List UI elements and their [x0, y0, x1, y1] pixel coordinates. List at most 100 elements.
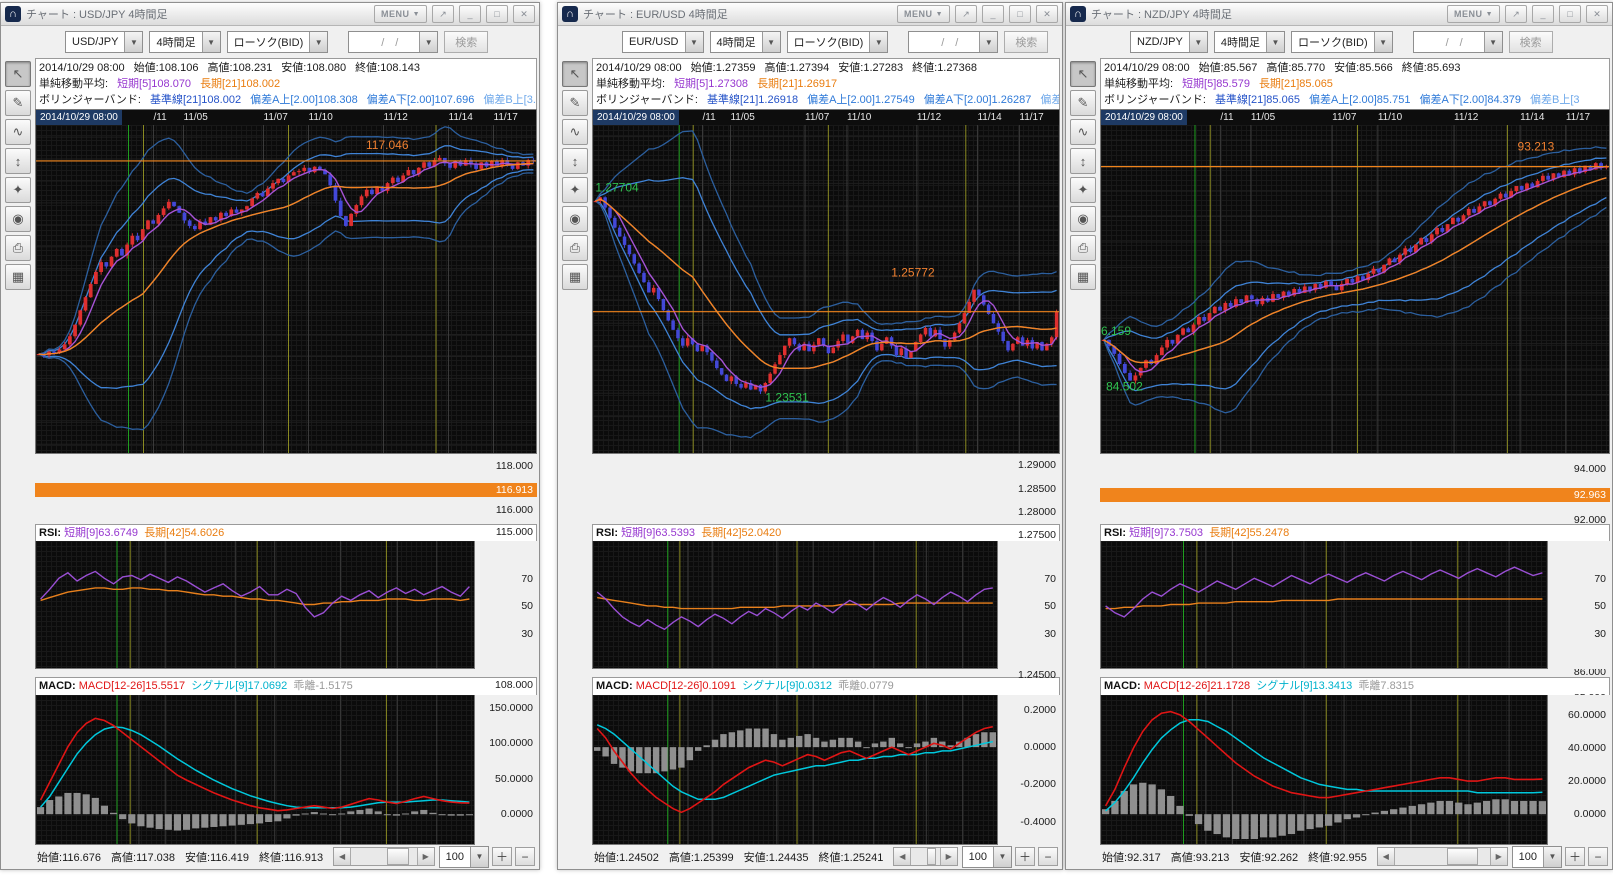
chart-window: ∩ チャート : EUR/USD 4時間足 MENU ▼ ↗ _ □ ✕ EUR… — [557, 2, 1063, 870]
zoom-in-button[interactable]: ＋ — [1015, 847, 1035, 866]
indicator-tool[interactable]: ∿ — [1070, 119, 1096, 145]
scroll-right-button[interactable]: ▶ — [417, 848, 434, 865]
cursor-tool[interactable]: ↖ — [562, 61, 588, 87]
date-input[interactable]: / / ▼ — [908, 31, 998, 53]
scrollbar-track[interactable] — [911, 848, 939, 865]
grid-save-tool[interactable]: ▦ — [1070, 264, 1096, 290]
chart-scrollbar[interactable]: ◀ ▶ — [1377, 847, 1508, 866]
scale-tool[interactable]: ↕ — [562, 148, 588, 174]
main-price-chart[interactable]: 117.046 — [35, 125, 537, 454]
zoom-in-button[interactable]: ＋ — [492, 847, 512, 866]
minimize-button[interactable]: _ — [1532, 5, 1554, 23]
timeframe-select[interactable]: 4時間足 ▼ — [1214, 31, 1285, 53]
macd-chart[interactable] — [35, 695, 475, 845]
visibility-tool[interactable]: ◉ — [1070, 206, 1096, 232]
scroll-right-button[interactable]: ▶ — [1490, 848, 1507, 865]
scale-tool[interactable]: ↕ — [1070, 148, 1096, 174]
print-tool[interactable]: ⎙ — [1070, 235, 1096, 261]
scroll-left-button[interactable]: ◀ — [334, 848, 351, 865]
chart-scrollbar[interactable]: ◀ ▶ — [893, 847, 957, 866]
zoom-out-button[interactable]: − — [1588, 847, 1608, 866]
scroll-right-button[interactable]: ▶ — [940, 848, 957, 865]
svg-text:1.25772: 1.25772 — [891, 265, 935, 279]
rsi-chart[interactable] — [35, 541, 475, 669]
zoom-out-button[interactable]: − — [1038, 847, 1058, 866]
date-input[interactable]: / / ▼ — [1413, 31, 1503, 53]
menu-button[interactable]: MENU ▼ — [374, 5, 427, 23]
scroll-left-button[interactable]: ◀ — [894, 848, 911, 865]
title-bar[interactable]: ∩ チャート : NZD/JPY 4時間足 MENU ▼ ↗ _ □ ✕ — [1066, 3, 1612, 26]
bar-count-select[interactable]: 100 ▼ — [1512, 846, 1562, 868]
scrollbar-thumb[interactable] — [1447, 848, 1478, 865]
draw-tool[interactable]: ✎ — [562, 90, 588, 116]
pair-select[interactable]: NZD/JPY ▼ — [1130, 31, 1208, 53]
bb-basis-value: 基準線[21]1.26918 — [707, 94, 798, 106]
visible-open: 116.676 — [62, 852, 101, 864]
rsi-chart[interactable] — [1100, 541, 1548, 669]
main-price-chart[interactable]: 93.2136.15984.502 — [1100, 125, 1610, 454]
maximize-button[interactable]: □ — [1559, 5, 1581, 23]
bar-count-select[interactable]: 100 ▼ — [439, 846, 489, 868]
close-button[interactable]: ✕ — [1586, 5, 1608, 23]
maximize-button[interactable]: □ — [1009, 5, 1031, 23]
bar-count-select[interactable]: 100 ▼ — [962, 846, 1012, 868]
macd-axis: 60.000040.000020.00000.0000 — [1548, 695, 1610, 845]
print-tool[interactable]: ⎙ — [562, 235, 588, 261]
grid-save-tool[interactable]: ▦ — [562, 264, 588, 290]
chart-type-select[interactable]: ローソク(BID) ▼ — [1291, 31, 1393, 53]
scale-tool[interactable]: ↕ — [5, 148, 31, 174]
macd-chart[interactable] — [592, 695, 998, 845]
scrollbar-thumb[interactable] — [927, 848, 936, 865]
scrollbar-track[interactable] — [351, 848, 417, 865]
marks-tool[interactable]: ✦ — [5, 177, 31, 203]
title-bar[interactable]: ∩ チャート : EUR/USD 4時間足 MENU ▼ ↗ _ □ ✕ — [558, 3, 1062, 26]
timeframe-select[interactable]: 4時間足 ▼ — [149, 31, 220, 53]
timeframe-select[interactable]: 4時間足 ▼ — [710, 31, 781, 53]
menu-button[interactable]: MENU ▼ — [897, 5, 950, 23]
chevron-down-icon: ▼ — [1266, 32, 1284, 52]
minimize-button[interactable]: _ — [459, 5, 481, 23]
chart-type-select[interactable]: ローソク(BID) ▼ — [227, 31, 329, 53]
close-button[interactable]: ✕ — [513, 5, 535, 23]
chart-type-select[interactable]: ローソク(BID) ▼ — [787, 31, 889, 53]
minimize-button[interactable]: _ — [982, 5, 1004, 23]
indicator-tool[interactable]: ∿ — [5, 119, 31, 145]
popout-button[interactable]: ↗ — [432, 5, 454, 23]
date-input[interactable]: / / ▼ — [348, 31, 438, 53]
x-axis-date-row: 2014/10/29 08:00 /1111/0511/0711/1011/12… — [1100, 109, 1610, 125]
pair-select[interactable]: EUR/USD ▼ — [622, 31, 704, 53]
indicator-tool[interactable]: ∿ — [562, 119, 588, 145]
close-icon: ✕ — [1043, 9, 1051, 20]
zoom-in-button[interactable]: ＋ — [1565, 847, 1585, 866]
macd-chart[interactable] — [1100, 695, 1548, 845]
print-tool[interactable]: ⎙ — [5, 235, 31, 261]
search-button[interactable]: 検索 — [1509, 31, 1553, 53]
title-bar[interactable]: ∩ チャート : USD/JPY 4時間足 MENU ▼ ↗ _ □ ✕ — [1, 3, 539, 26]
scrollbar-track[interactable] — [1395, 848, 1490, 865]
menu-button[interactable]: MENU ▼ — [1447, 5, 1500, 23]
macd-axis-label: 0.2000 — [1024, 704, 1056, 716]
visibility-tool[interactable]: ◉ — [5, 206, 31, 232]
popout-button[interactable]: ↗ — [955, 5, 977, 23]
grid-save-tool[interactable]: ▦ — [5, 264, 31, 290]
rsi-chart[interactable] — [592, 541, 998, 669]
scrollbar-thumb[interactable] — [387, 848, 409, 865]
zoom-out-button[interactable]: − — [515, 847, 535, 866]
draw-tool[interactable]: ✎ — [5, 90, 31, 116]
marks-tool[interactable]: ✦ — [562, 177, 588, 203]
cursor-tool[interactable]: ↖ — [5, 61, 31, 87]
scroll-left-button[interactable]: ◀ — [1378, 848, 1395, 865]
cursor-tool[interactable]: ↖ — [1070, 61, 1096, 87]
chart-scrollbar[interactable]: ◀ ▶ — [333, 847, 435, 866]
maximize-button[interactable]: □ — [486, 5, 508, 23]
visible-low: 116.419 — [210, 852, 249, 864]
marks-tool[interactable]: ✦ — [1070, 177, 1096, 203]
search-button[interactable]: 検索 — [1004, 31, 1048, 53]
popout-button[interactable]: ↗ — [1505, 5, 1527, 23]
visibility-tool[interactable]: ◉ — [562, 206, 588, 232]
draw-tool[interactable]: ✎ — [1070, 90, 1096, 116]
close-button[interactable]: ✕ — [1036, 5, 1058, 23]
pair-select[interactable]: USD/JPY ▼ — [65, 31, 143, 53]
main-price-chart[interactable]: 1.277041.257721.23531 — [592, 125, 1060, 454]
search-button[interactable]: 検索 — [444, 31, 488, 53]
